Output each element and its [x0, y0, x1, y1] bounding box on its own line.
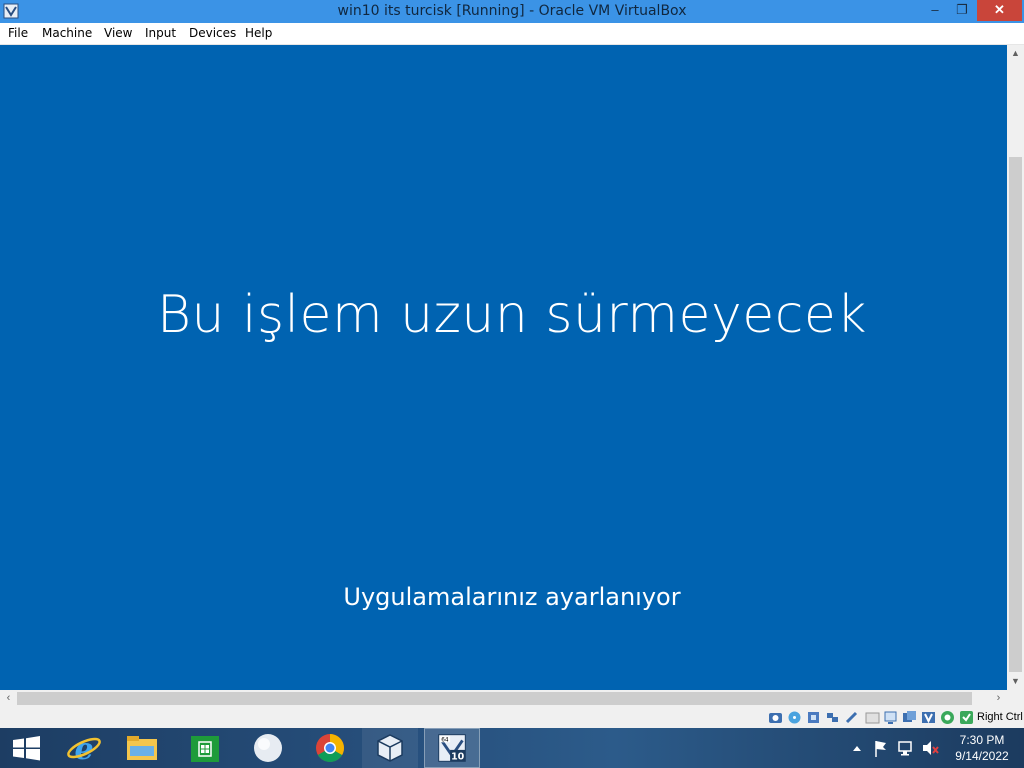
- action-center-flag-icon[interactable]: [872, 728, 890, 768]
- menu-bar: File Machine View Input Devices Help: [0, 23, 1024, 45]
- vertical-scroll-thumb[interactable]: [1009, 157, 1022, 672]
- network-icon[interactable]: [825, 710, 840, 725]
- optical-drive-icon[interactable]: [787, 710, 802, 725]
- volume-muted-icon[interactable]: [920, 728, 940, 768]
- horizontal-scrollbar[interactable]: ‹ ›: [0, 690, 1007, 707]
- menu-machine[interactable]: Machine: [42, 26, 92, 40]
- windows-taskbar: e 64 10 7:30 PM 9/14/2022: [0, 728, 1024, 768]
- setup-subheading: Uygulamalarınız ayarlanıyor: [343, 583, 681, 611]
- scroll-up-arrow-icon[interactable]: ▲: [1007, 45, 1024, 62]
- chrome-icon[interactable]: [302, 728, 358, 768]
- recording-icon[interactable]: [921, 710, 936, 725]
- clock-date: 9/14/2022: [955, 749, 1009, 763]
- hard-disk-icon[interactable]: [768, 710, 783, 725]
- scroll-left-arrow-icon[interactable]: ‹: [0, 690, 17, 707]
- file-explorer-icon[interactable]: [114, 728, 170, 768]
- horizontal-scroll-thumb[interactable]: [17, 692, 972, 705]
- scroll-right-arrow-icon[interactable]: ›: [990, 690, 1007, 707]
- store-icon[interactable]: [177, 728, 233, 768]
- svg-text:10: 10: [451, 751, 465, 762]
- show-hidden-icons[interactable]: [850, 728, 864, 768]
- menu-devices[interactable]: Devices: [189, 26, 236, 40]
- window-title-bar[interactable]: win10 its turcisk [Running] - Oracle VM …: [0, 0, 1024, 23]
- menu-input[interactable]: Input: [145, 26, 176, 40]
- virtualbox-icon[interactable]: [362, 728, 418, 768]
- internet-explorer-icon[interactable]: e: [56, 728, 112, 768]
- start-button[interactable]: [0, 728, 56, 768]
- vm-status-bar: Right Ctrl: [0, 707, 1024, 728]
- menu-help[interactable]: Help: [245, 26, 272, 40]
- network-tray-icon[interactable]: [896, 728, 916, 768]
- restore-button[interactable]: ❐: [949, 0, 975, 21]
- shared-folders-icon[interactable]: [865, 710, 880, 725]
- vm-display[interactable]: Bu işlem uzun sürmeyecek Uygulamalarınız…: [0, 45, 1007, 690]
- vertical-scrollbar[interactable]: ▲ ▼: [1007, 45, 1024, 690]
- scrollbar-corner: [1007, 690, 1024, 707]
- clock-time: 7:30 PM: [959, 733, 1005, 747]
- mouse-integration-icon[interactable]: [959, 710, 974, 725]
- close-button[interactable]: ✕: [977, 0, 1022, 21]
- host-key-label: Right Ctrl: [977, 711, 1023, 723]
- window-title: win10 its turcisk [Running] - Oracle VM …: [337, 3, 687, 19]
- setup-heading: Bu işlem uzun sürmeyecek: [156, 285, 867, 345]
- menu-view[interactable]: View: [104, 26, 132, 40]
- usb-icon[interactable]: [844, 710, 859, 725]
- display-icon[interactable]: [883, 710, 898, 725]
- svg-text:64: 64: [441, 737, 449, 743]
- win10-vm-icon[interactable]: 64 10: [424, 728, 480, 768]
- menu-file[interactable]: File: [8, 26, 28, 40]
- minimize-button[interactable]: –: [922, 0, 948, 21]
- cpu-icon[interactable]: [940, 710, 955, 725]
- taskbar-clock[interactable]: 7:30 PM 9/14/2022: [948, 732, 1016, 764]
- video-capture-icon[interactable]: [902, 710, 917, 725]
- svg-text:e: e: [74, 732, 93, 767]
- audio-icon[interactable]: [806, 710, 821, 725]
- scroll-down-arrow-icon[interactable]: ▼: [1007, 673, 1024, 690]
- unknown-app-icon[interactable]: [240, 728, 296, 768]
